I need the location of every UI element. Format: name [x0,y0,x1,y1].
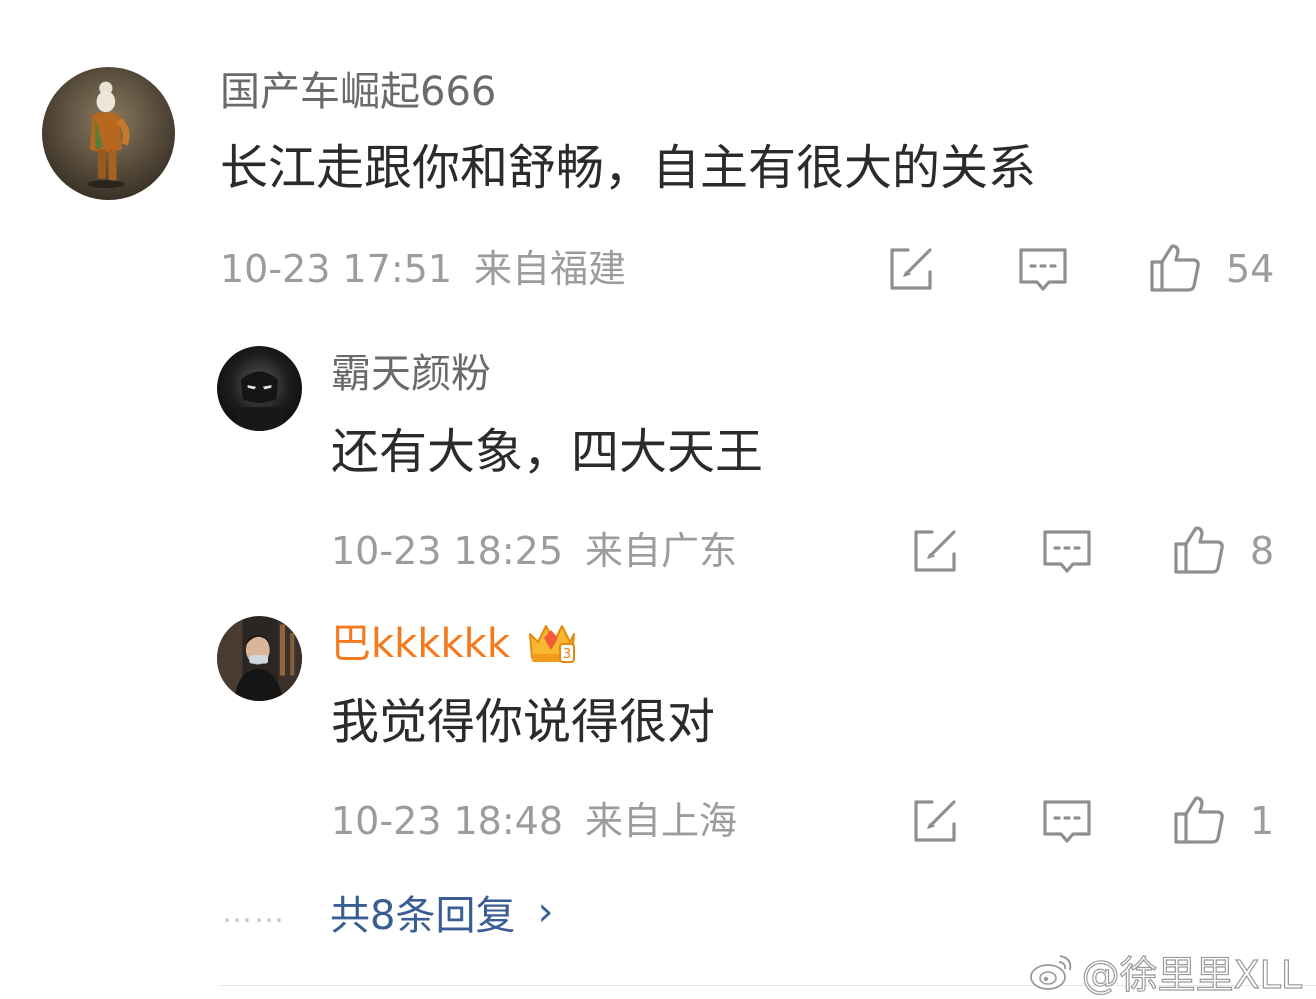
like-count: 1 [1250,799,1275,843]
view-all-replies-link[interactable]: 共8条回复 › [330,883,553,941]
ellipsis-dots: …… [222,894,286,930]
repost-icon[interactable] [908,794,962,848]
watermark-text: @徐里里XLL [1081,952,1303,997]
comment-icon[interactable] [1040,794,1094,848]
comment-text: 我觉得你说得很对 [331,694,716,750]
vip-level: 3 [563,647,571,662]
watermark: @徐里里XLL [1028,944,1303,999]
more-replies: …… 共8条回复 › [222,883,553,941]
username[interactable]: 巴kkkkkk [331,620,510,668]
timestamp: 10-23 18:48 [331,799,564,843]
avatar-person-image [217,616,302,701]
comment-meta: 10-23 18:48 来自上海 [331,798,737,844]
avatar[interactable] [217,616,302,701]
chevron-right-icon: › [537,889,554,935]
more-replies-label: 共8条回复 [330,893,516,939]
reply-item: 巴kkkkkk 3 我觉得你说得很对 10-23 18:48 来自上海 1 [0,0,1316,870]
crown-icon: 3 [524,614,578,668]
weibo-logo-icon [1029,954,1071,990]
thumbs-up-icon[interactable] [1172,792,1226,846]
location: 来自上海 [585,799,738,843]
